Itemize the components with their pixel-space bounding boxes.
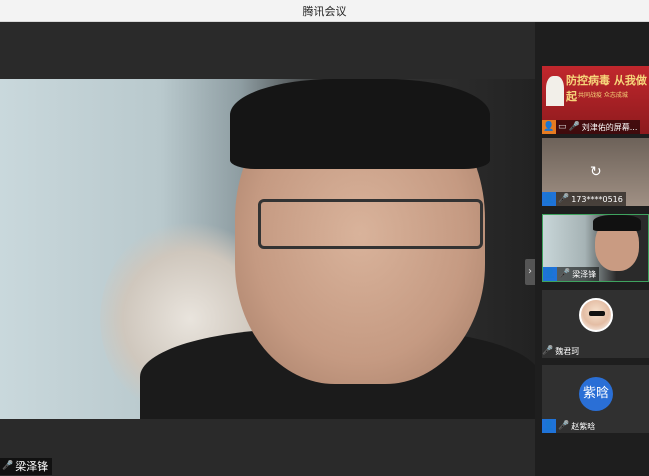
user-icon: 👤 [542, 192, 556, 206]
participant-tile-screen-share[interactable]: 防控病毒 从我做起 共同战疫 众志成城 👤 ▭ 🎤 刘津佑的屏幕... [542, 66, 649, 134]
microphone-muted-icon: 🎤 [558, 421, 570, 431]
active-speaker-name: 梁泽锋 [15, 460, 49, 473]
tile-label: 👤 ▭ 🎤 刘津佑的屏幕... [542, 120, 641, 134]
window-title: 腾讯会议 [302, 5, 347, 18]
banner-text: 防控病毒 从我做起 [566, 74, 647, 103]
participant-name: 刘津佑的屏幕... [581, 122, 638, 132]
doctor-illustration [546, 76, 564, 106]
participant-tile-phone[interactable]: ↻ 👤 🎤 173****0516 [542, 138, 649, 206]
microphone-icon: 🎤 [2, 461, 14, 471]
participant-tile-text-avatar[interactable]: 紫晗 👤 🎤 赵紫晗 [542, 365, 649, 433]
host-icon: 👤 [542, 120, 556, 134]
participant-name: 魏君珂 [555, 346, 580, 356]
microphone-icon: 🎤 [558, 194, 570, 204]
user-icon: 👤 [543, 267, 557, 281]
participant-tile-avatar[interactable]: 🎤 魏君珂 [542, 290, 649, 358]
participant-name: 梁泽锋 [572, 269, 597, 279]
loading-spinner-icon: ↻ [590, 164, 602, 180]
tile-label: 🎤 魏君珂 [542, 344, 582, 358]
participant-tile-active[interactable]: 👤 🎤 梁泽锋 [542, 214, 649, 282]
screen-share-icon: ▭ [558, 122, 567, 132]
title-bar: 腾讯会议 [0, 0, 649, 22]
avatar: 紫晗 [579, 377, 613, 411]
participant-sidebar[interactable]: 防控病毒 从我做起 共同战疫 众志成城 👤 ▭ 🎤 刘津佑的屏幕... ↻ 👤 … [535, 22, 649, 476]
tile-label: 👤 🎤 赵紫晗 [542, 419, 598, 433]
banner-subtext: 共同战疫 众志成城 [578, 92, 628, 99]
active-speaker-nameplate: 🎤 梁泽锋 [0, 458, 53, 475]
microphone-icon: 🎤 [559, 269, 571, 279]
thumbnail-hair [593, 215, 641, 231]
microphone-icon: 🎤 [568, 122, 580, 132]
main-stage: › [0, 22, 535, 476]
main-video [0, 79, 535, 419]
video-glasses [258, 199, 483, 249]
participant-name: 赵紫晗 [571, 421, 596, 431]
collapse-sidebar-button[interactable]: › [525, 259, 535, 285]
avatar [579, 298, 613, 332]
user-icon: 👤 [542, 419, 556, 433]
video-hair [230, 79, 490, 169]
tile-label: 👤 🎤 173****0516 [542, 192, 626, 206]
chevron-right-icon: › [528, 266, 532, 277]
microphone-muted-icon: 🎤 [542, 346, 554, 356]
tile-label: 👤 🎤 梁泽锋 [543, 267, 600, 281]
participant-name: 173****0516 [571, 194, 623, 204]
